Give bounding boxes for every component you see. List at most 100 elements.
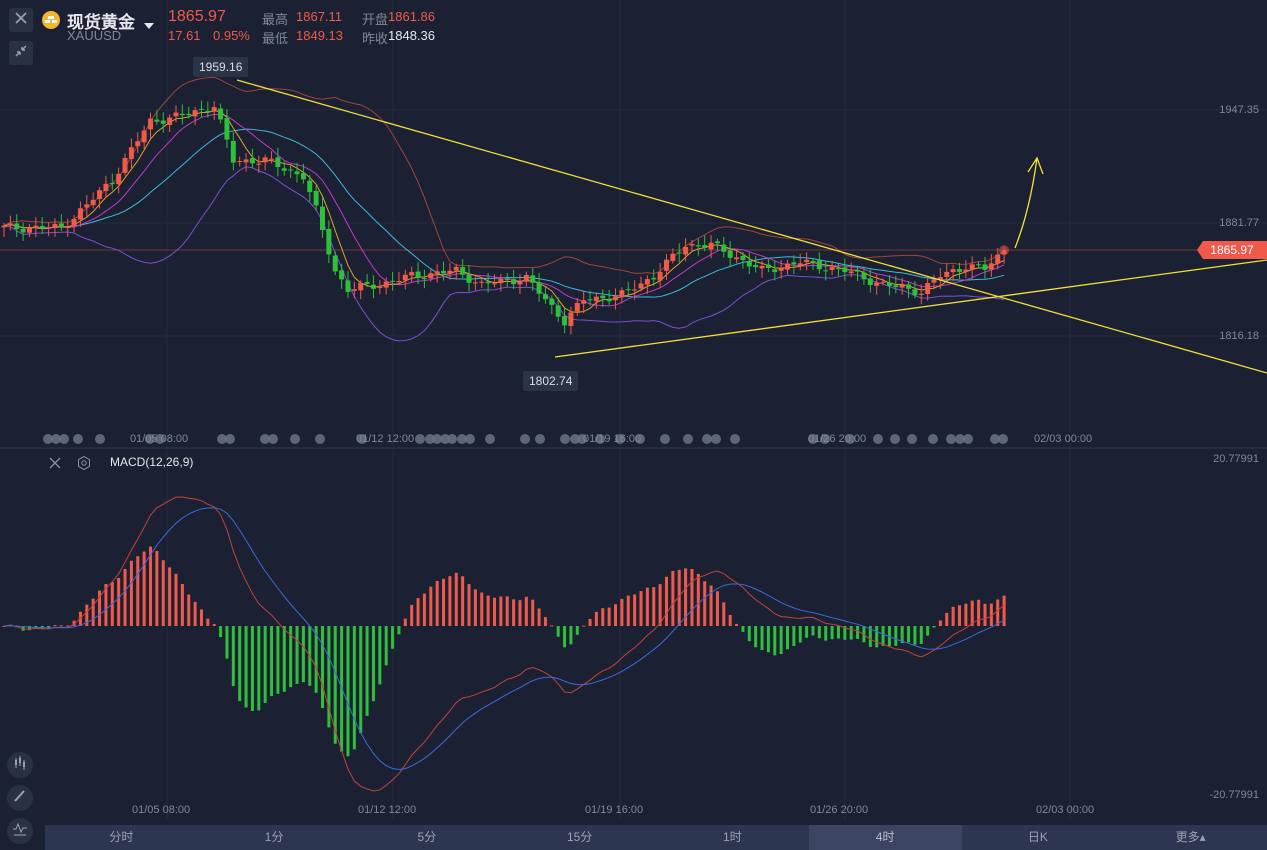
macd-histogram-bar <box>977 599 981 626</box>
event-dot <box>95 434 105 444</box>
candle-body <box>536 282 542 294</box>
candle-body <box>912 289 918 296</box>
macd-histogram-bar <box>907 626 911 643</box>
resistance-trendline <box>236 79 1267 374</box>
tab-1h[interactable]: 1时 <box>656 825 809 850</box>
ma10-line <box>3 113 1005 307</box>
macd-histogram-bar <box>53 625 57 627</box>
high-value: 1867.11 <box>296 9 343 24</box>
candle-body <box>638 283 644 289</box>
candle-body <box>950 269 956 273</box>
candle-body <box>606 299 612 302</box>
macd-histogram-bar <box>352 626 356 750</box>
tab-4h[interactable]: 4时 <box>808 825 962 850</box>
candle-body <box>785 263 791 270</box>
macd-histogram-bar <box>588 618 592 626</box>
candle-body <box>128 147 134 160</box>
candle-body <box>778 268 784 271</box>
price-change-percent: 0.95% <box>213 28 250 43</box>
candle-body <box>421 278 427 280</box>
candle-body <box>71 218 77 227</box>
tab-1min[interactable]: 1分 <box>198 825 351 850</box>
macd-histogram-bar <box>830 626 834 640</box>
macd-dea-line <box>3 507 1005 771</box>
chevron-down-icon[interactable] <box>144 16 154 34</box>
candle-body <box>810 260 816 262</box>
candle-body <box>186 113 192 116</box>
macd-histogram-bar <box>199 609 203 626</box>
macd-histogram-bar <box>735 623 739 626</box>
macd-histogram-bar <box>958 605 961 626</box>
macd-histogram-bar <box>626 595 630 626</box>
candle-body <box>676 252 682 254</box>
candle-body <box>835 268 841 270</box>
close-button[interactable] <box>9 8 33 32</box>
candle-body <box>20 228 26 233</box>
candle-body <box>600 295 606 299</box>
chart-type-button[interactable] <box>7 752 33 778</box>
candle-body <box>84 204 90 208</box>
macd-histogram-bar <box>429 586 433 626</box>
macd-histogram-bar <box>575 626 579 635</box>
time-axis-label: 01/19 16:00 <box>585 804 644 816</box>
macd-histogram-bar <box>263 626 267 703</box>
macd-histogram-bar <box>811 626 815 636</box>
macd-histogram-bar <box>537 608 541 626</box>
candle-body <box>46 227 52 229</box>
candle-body <box>816 260 822 270</box>
candle-body <box>944 271 950 277</box>
candle-body <box>657 272 663 281</box>
close-indicator-icon[interactable] <box>48 456 62 475</box>
macd-histogram-bar <box>964 603 968 626</box>
macd-histogram-bar <box>773 626 777 656</box>
candle-body <box>52 223 58 229</box>
macd-histogram-bar <box>359 626 363 734</box>
tab-15min[interactable]: 15分 <box>503 825 656 850</box>
indicator-settings-icon[interactable] <box>76 455 92 476</box>
candle-body <box>587 299 593 301</box>
candle-body <box>90 199 96 206</box>
candle-body <box>727 250 733 258</box>
macd-histogram-bar <box>875 626 879 648</box>
tab-daily[interactable]: 日K <box>962 825 1115 850</box>
candle-body <box>625 289 631 291</box>
candle-body <box>65 227 71 229</box>
candle-body <box>351 289 357 291</box>
event-dot <box>702 434 712 444</box>
time-axis-label: 01/26 20:00 <box>810 804 869 816</box>
candle-body <box>198 108 204 110</box>
event-dot <box>998 434 1008 444</box>
macd-histogram-bar <box>754 626 758 648</box>
draw-tool-button[interactable] <box>7 785 33 811</box>
macd-histogram-bar <box>601 608 605 626</box>
event-dot <box>485 434 495 444</box>
event-dot <box>890 434 900 444</box>
event-dot <box>520 434 530 444</box>
ma5-line <box>3 110 1005 313</box>
candle-body <box>33 225 39 228</box>
candle-body <box>880 281 886 283</box>
macd-histogram-bar <box>792 626 796 646</box>
macd-dif-line <box>3 496 1005 792</box>
candle-body <box>39 226 45 229</box>
candle-body <box>173 112 179 117</box>
tab-more[interactable]: 更多▴ <box>1114 825 1267 850</box>
macd-histogram-bar <box>321 626 324 709</box>
macd-histogram-bar <box>664 576 668 626</box>
indicator-button[interactable] <box>7 818 33 844</box>
symbol-code: XAUUSD <box>67 28 122 43</box>
last-price: 1865.97 <box>168 8 226 25</box>
macd-histogram-bar <box>766 626 770 653</box>
collapse-button[interactable] <box>9 41 33 65</box>
macd-histogram-bar <box>91 598 95 626</box>
candle-body <box>409 272 415 276</box>
candlestick-chart[interactable] <box>0 0 1267 850</box>
tab-分时[interactable]: 分时 <box>45 825 198 850</box>
macd-histogram-bar <box>703 581 707 626</box>
candle-body <box>759 265 765 269</box>
tab-5min[interactable]: 5分 <box>351 825 504 850</box>
macd-histogram-bar <box>123 569 127 626</box>
macd-histogram-bar <box>620 598 624 626</box>
macd-histogram-bar <box>410 604 414 626</box>
macd-histogram-bar <box>741 626 745 632</box>
